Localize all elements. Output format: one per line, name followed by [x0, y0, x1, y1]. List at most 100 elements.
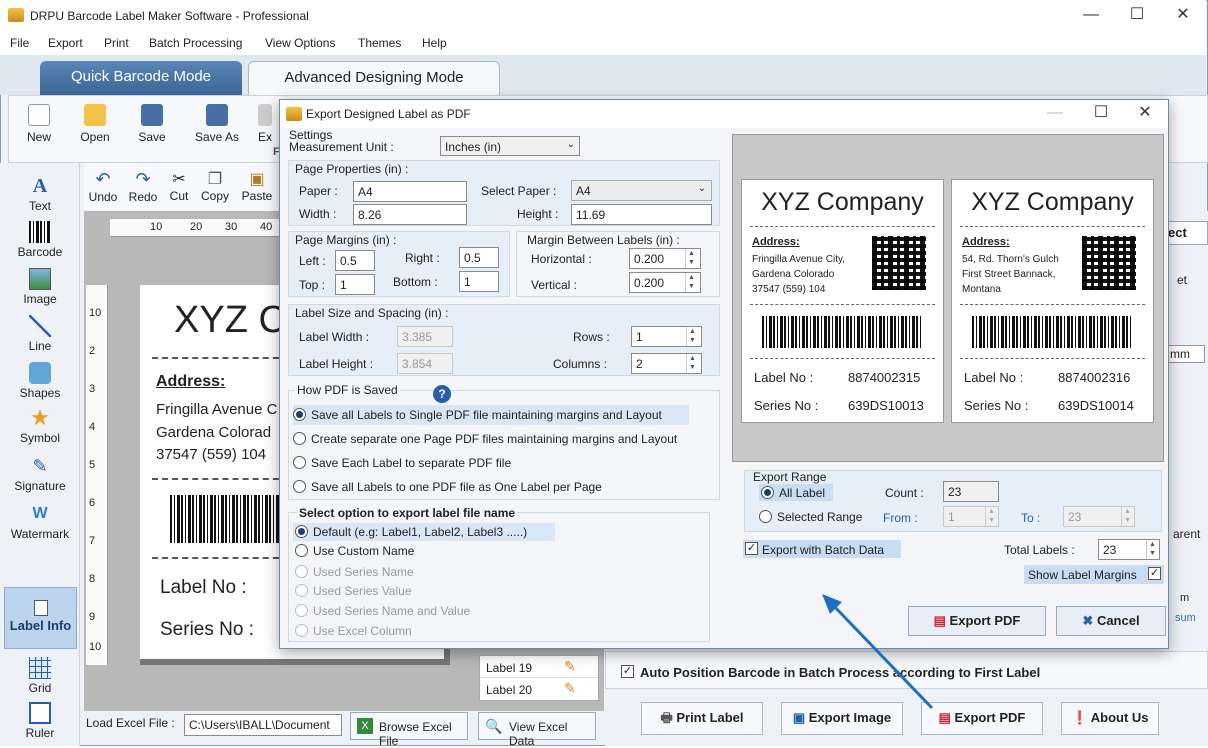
- menu-export[interactable]: Export: [48, 36, 83, 50]
- save-option-radio[interactable]: [293, 456, 306, 469]
- tool-watermark[interactable]: W Watermark: [2, 503, 78, 541]
- menu-view-options[interactable]: View Options: [265, 36, 335, 50]
- count-input[interactable]: 23: [943, 481, 999, 502]
- app-icon: [8, 8, 24, 22]
- menu-help[interactable]: Help: [422, 36, 447, 50]
- cancel-button[interactable]: ✖ Cancel: [1056, 606, 1166, 636]
- save-button[interactable]: Save: [122, 104, 182, 144]
- menu-themes[interactable]: Themes: [358, 36, 401, 50]
- browse-excel-button[interactable]: X Browse Excel File: [350, 712, 468, 748]
- tab-advanced-designing-mode[interactable]: Advanced Designing Mode: [248, 61, 500, 95]
- file-name-radio[interactable]: [295, 624, 308, 637]
- rows-spinner[interactable]: ▲ ▼: [686, 327, 698, 346]
- cut-button[interactable]: ✂ Cut: [160, 169, 198, 203]
- undo-button[interactable]: ↶ Undo: [84, 169, 122, 204]
- label-address-line[interactable]: 37547 (559) 104: [156, 446, 266, 463]
- bottom-margin-input[interactable]: 1: [459, 271, 499, 292]
- redo-button[interactable]: ↷ Redo: [124, 169, 162, 204]
- menu-file[interactable]: File: [10, 36, 29, 50]
- file-name-option-label: Use Custom Name: [313, 544, 415, 558]
- auto-position-checkbox[interactable]: ✓: [621, 665, 634, 678]
- edit-pencil-icon[interactable]: ✎: [564, 658, 576, 675]
- to-spinner[interactable]: ▲ ▼: [1121, 507, 1133, 526]
- height-input[interactable]: 11.69: [571, 204, 712, 225]
- select-button-partial[interactable]: ect: [1167, 221, 1208, 245]
- maximize-button[interactable]: ☐: [1114, 0, 1160, 31]
- measurement-unit-select[interactable]: Inches (in) ⌄: [440, 136, 580, 156]
- partial-label: m: [1180, 592, 1190, 604]
- file-name-radio[interactable]: [295, 584, 308, 597]
- rows-label: Rows :: [573, 330, 610, 344]
- save-option-radio[interactable]: [293, 480, 306, 493]
- export-toolbar-button[interactable]: Ex: [255, 104, 275, 144]
- preview-company: XYZ Company: [761, 188, 924, 216]
- tool-line[interactable]: Line: [2, 315, 78, 353]
- tool-image[interactable]: Image: [2, 268, 78, 306]
- about-us-button[interactable]: ❗ About Us: [1061, 702, 1159, 735]
- unit-field-partial[interactable]: mm: [1165, 345, 1205, 363]
- list-item[interactable]: Label 19 ✎: [480, 656, 598, 678]
- save-option-radio[interactable]: [293, 432, 306, 445]
- menu-batch-processing[interactable]: Batch Processing: [149, 36, 242, 50]
- selected-range-radio[interactable]: [759, 510, 772, 523]
- print-label-button[interactable]: 🖶 Print Label: [641, 702, 763, 735]
- file-name-radio[interactable]: [295, 544, 308, 557]
- show-label-margins-checkbox[interactable]: ✓: [1148, 567, 1161, 580]
- dialog-close-button[interactable]: ✕: [1122, 100, 1168, 128]
- tool-signature[interactable]: ✎ Signature: [2, 455, 78, 493]
- dialog-minimize-button[interactable]: —: [1032, 100, 1078, 128]
- tool-barcode[interactable]: Barcode: [2, 221, 78, 259]
- edit-pencil-icon[interactable]: ✎: [564, 680, 576, 697]
- preview-series: 639DS10013: [848, 398, 924, 413]
- label-no-text[interactable]: Label No :: [160, 577, 247, 599]
- tool-text[interactable]: A Text: [2, 175, 78, 213]
- how-pdf-saved-group: How PDF is Saved ? Save all Labels to Si…: [288, 383, 720, 500]
- right-margin-input[interactable]: 0.5: [459, 247, 499, 268]
- top-margin-input[interactable]: 1: [335, 274, 375, 295]
- copy-button[interactable]: ❐ Copy: [196, 169, 234, 203]
- horizontal-ruler: 10 20 30 40: [110, 219, 290, 237]
- tool-grid[interactable]: Grid: [2, 657, 78, 695]
- label-width-input[interactable]: 3.385: [397, 326, 453, 347]
- view-excel-data-button[interactable]: 🔍 View Excel Data: [478, 712, 596, 748]
- tool-label-info[interactable]: Label Info: [4, 587, 77, 649]
- save-option-radio[interactable]: [293, 408, 306, 421]
- new-button[interactable]: New: [9, 104, 69, 144]
- file-name-radio[interactable]: [295, 604, 308, 617]
- open-button[interactable]: Open: [65, 104, 125, 144]
- paper-input[interactable]: A4: [353, 181, 467, 202]
- close-button[interactable]: ✕: [1160, 0, 1206, 31]
- file-name-radio[interactable]: [295, 525, 308, 538]
- horizontal-spinner[interactable]: ▲ ▼: [685, 249, 697, 268]
- chevron-down-icon: ⌄: [697, 183, 706, 194]
- tool-shapes[interactable]: Shapes: [2, 362, 78, 400]
- file-name-radio[interactable]: [295, 565, 308, 578]
- list-item[interactable]: Label 20 ✎: [480, 678, 598, 700]
- paste-button[interactable]: ▣ Paste: [238, 169, 276, 203]
- tool-ruler[interactable]: Ruler: [2, 702, 78, 740]
- from-spinner[interactable]: ▲ ▼: [985, 507, 997, 526]
- select-paper-dropdown[interactable]: A4 ⌄: [571, 180, 712, 201]
- tab-quick-barcode-mode[interactable]: Quick Barcode Mode: [40, 61, 242, 95]
- minimize-button[interactable]: —: [1068, 0, 1114, 31]
- label-address-line[interactable]: Fringilla Avenue C: [156, 401, 277, 418]
- label-barcode[interactable]: [170, 495, 280, 543]
- export-batch-data-checkbox[interactable]: ✓: [745, 542, 758, 555]
- label-address-line[interactable]: Gardena Colorad: [156, 424, 271, 441]
- save-as-button[interactable]: Save As: [187, 104, 247, 144]
- total-labels-spinner[interactable]: ▲ ▼: [1146, 540, 1158, 559]
- dialog-maximize-button[interactable]: ☐: [1078, 100, 1124, 128]
- width-input[interactable]: 8.26: [353, 204, 467, 225]
- label-height-input[interactable]: 3.854: [397, 353, 453, 374]
- series-no-text[interactable]: Series No :: [160, 619, 254, 641]
- help-icon[interactable]: ?: [433, 385, 451, 403]
- vertical-spinner[interactable]: ▲ ▼: [685, 273, 697, 292]
- left-margin-input[interactable]: 0.5: [335, 250, 375, 271]
- menu-print[interactable]: Print: [104, 36, 129, 50]
- label-address-title[interactable]: Address:: [156, 373, 225, 391]
- vertical-ruler: 10 2 3 4 5 6 7 8 9 10: [86, 285, 108, 665]
- tool-symbol[interactable]: ★ Symbol: [2, 407, 78, 446]
- excel-path-input[interactable]: C:\Users\IBALL\Document: [184, 714, 342, 736]
- all-label-radio[interactable]: [761, 486, 774, 499]
- columns-spinner[interactable]: ▲ ▼: [686, 354, 698, 373]
